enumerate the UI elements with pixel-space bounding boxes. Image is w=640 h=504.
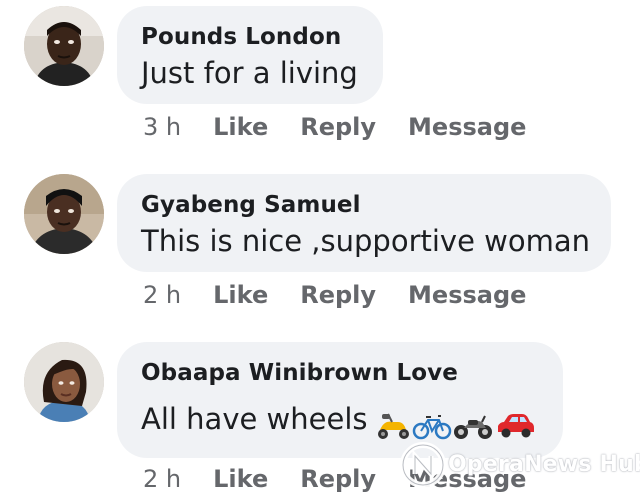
- message-button[interactable]: Message: [408, 464, 526, 494]
- comment-actions: 2 h Like Reply Message: [143, 280, 558, 310]
- comment-bubble: Gyabeng Samuel This is nice ,supportive …: [117, 174, 611, 272]
- comment-timestamp[interactable]: 3 h: [143, 112, 181, 142]
- comment-author[interactable]: Obaapa Winibrown Love: [141, 359, 539, 387]
- comment-bubble: Pounds London Just for a living: [117, 6, 383, 104]
- message-button[interactable]: Message: [408, 280, 526, 310]
- like-button[interactable]: Like: [213, 112, 268, 142]
- message-button[interactable]: Message: [408, 112, 526, 142]
- comment-text: This is nice ,supportive woman: [141, 224, 591, 258]
- comment-feed: Pounds London Just for a living 3 h Like R…: [0, 0, 640, 504]
- comment-bubble: Obaapa Winibrown Love All have wheels: [117, 342, 563, 458]
- comment-actions: 2 h Like Reply Message: [143, 464, 558, 494]
- comment-author[interactable]: Gyabeng Samuel: [141, 191, 587, 219]
- like-button[interactable]: Like: [213, 464, 268, 494]
- like-button[interactable]: Like: [213, 280, 268, 310]
- avatar[interactable]: [24, 174, 104, 254]
- emoji-group: [374, 405, 536, 442]
- reply-button[interactable]: Reply: [300, 464, 376, 494]
- comment-author[interactable]: Pounds London: [141, 23, 359, 51]
- comment-timestamp[interactable]: 2 h: [143, 280, 181, 310]
- comment-actions: 3 h Like Reply Message: [143, 112, 558, 142]
- comment-text-content: All have wheels: [141, 402, 368, 436]
- motorcycle-icon: [453, 415, 492, 439]
- avatar[interactable]: [24, 342, 104, 422]
- scooter-icon: [377, 413, 409, 439]
- comment-text: Just for a living: [141, 56, 358, 90]
- reply-button[interactable]: Reply: [300, 280, 376, 310]
- avatar[interactable]: [24, 6, 104, 86]
- car-icon: [497, 414, 534, 438]
- comment-timestamp[interactable]: 2 h: [143, 464, 181, 494]
- reply-button[interactable]: Reply: [300, 112, 376, 142]
- bicycle-icon: [412, 415, 451, 440]
- comment-text: All have wheels: [141, 401, 539, 442]
